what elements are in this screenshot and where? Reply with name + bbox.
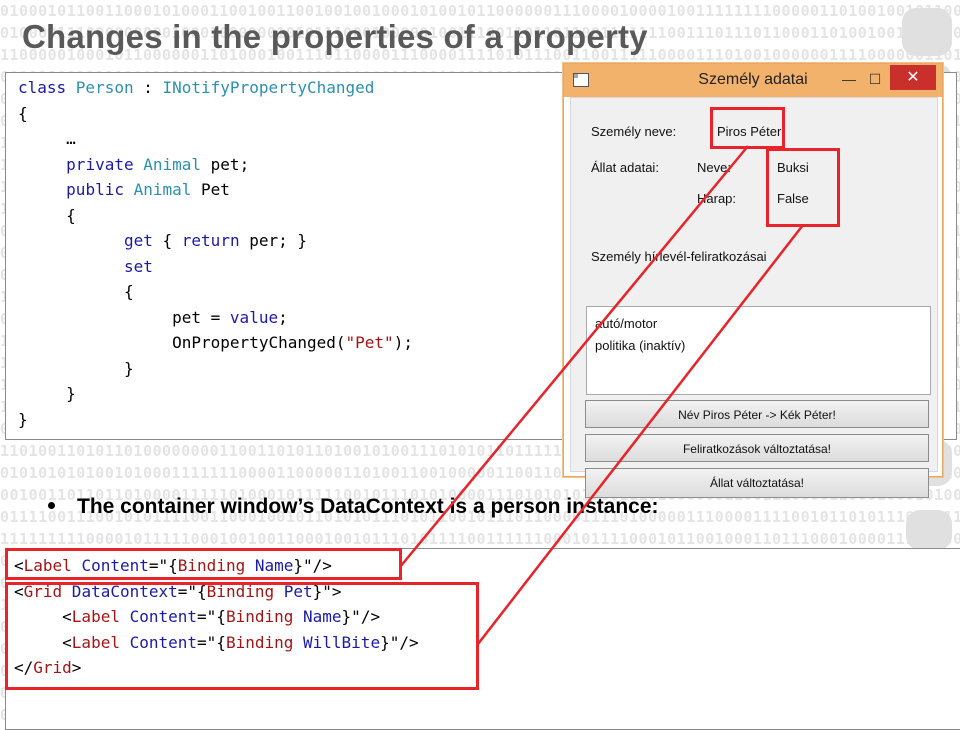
code-line: { <box>18 103 28 123</box>
bullet-dot-icon <box>48 501 55 509</box>
window-client-area: Személy neve: Piros Péter Állat adatai: … <box>570 97 938 498</box>
minimize-button[interactable]: — <box>836 68 862 90</box>
change-animal-button[interactable]: Állat változtatása! <box>585 468 929 498</box>
animal-data-label: Állat adatai: <box>591 160 659 175</box>
subscriptions-label: Személy hírlevél-feliratkozásai <box>591 249 767 264</box>
rename-person-button[interactable]: Név Piros Péter -> Kék Péter! <box>585 400 929 428</box>
animal-values-highlight <box>766 148 840 227</box>
code-line: { <box>18 282 134 301</box>
close-button[interactable]: ✕ <box>890 65 936 90</box>
code-line: } <box>18 384 76 403</box>
list-item[interactable]: autó/motor <box>595 316 657 331</box>
code-line: set <box>123 256 153 276</box>
code-line: } <box>18 358 134 378</box>
code-line: { <box>18 205 76 225</box>
code-line: private Animal pet; <box>66 154 250 174</box>
code-line: get { return per; } <box>123 231 308 250</box>
window-titlebar[interactable]: Személy adatai — ☐ ✕ <box>564 64 942 97</box>
bullet-text: The container window’s DataContext is a … <box>77 495 659 518</box>
person-name-label: Személy neve: <box>591 124 677 139</box>
animal-bite-label: Harap: <box>697 191 737 206</box>
animal-name-label: Neve: <box>697 160 731 175</box>
label-binding-highlight <box>5 548 402 580</box>
slide-title: Changes in the properties of a property <box>22 18 648 55</box>
code-line: public Animal Pet <box>66 180 230 199</box>
bullet-point: The container window’s DataContext is a … <box>48 495 659 519</box>
code-line: pet = value; <box>18 307 288 327</box>
subscriptions-list[interactable]: autó/motor politika (inaktív) <box>586 306 931 395</box>
change-subscriptions-button[interactable]: Feliratkozások változtatása! <box>585 434 929 462</box>
grid-binding-highlight <box>5 582 479 690</box>
person-name-highlight <box>710 107 785 149</box>
code-line: class Person : INotifyPropertyChanged <box>18 78 375 97</box>
code-line: … <box>18 129 76 148</box>
code-line: } <box>18 409 28 429</box>
list-item[interactable]: politika (inaktív) <box>595 338 685 353</box>
maximize-button[interactable]: ☐ <box>862 68 888 90</box>
code-line: OnPropertyChanged("Pet"); <box>18 333 413 352</box>
